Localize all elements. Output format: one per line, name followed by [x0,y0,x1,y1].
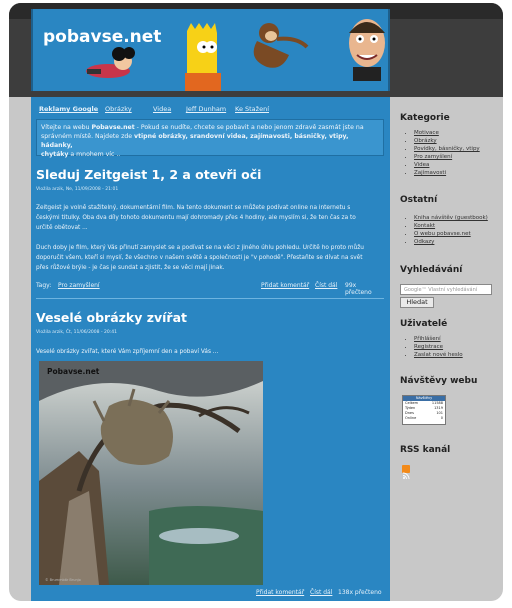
category-item[interactable]: Videa [414,161,480,169]
nav-jeff-link[interactable]: Jeff Dunham [186,105,226,113]
post-paragraph: Duch doby je film, který Vás přinutí zam… [36,243,381,273]
other-list: Kniha návštěv (guestbook) Kontakt O webu… [406,214,488,246]
search-heading: Vyhledávání [400,265,463,275]
categories-heading: Kategorie [400,113,450,123]
post-line: určitě obětovat ... [36,225,88,231]
welcome-text: Vítejte na webu [41,124,92,131]
post-paragraph: Veselé obrázky zvířat, které Vám zpříjem… [36,347,381,357]
post-line: Veselé obrázky zvířat, které Vám zpříjem… [36,349,219,355]
category-item[interactable]: Motivace [414,129,480,137]
welcome-text-4: a mnohem víc .. [68,151,121,158]
photo-watermark: Pobavse.net [47,367,100,376]
nav-images-link[interactable]: Obrázky [105,105,132,113]
site-header: pobavse.net [31,9,390,91]
post-line: českými titulky. Oba dva díly tohoto dok… [36,215,356,221]
post-meta: Vložila arzik, Ne, 11/09/2008 - 21:01 [36,187,119,192]
welcome-site: Pobavse.net [91,124,135,131]
counter-value: 0 [440,416,443,420]
rss-heading: RSS kanál [400,445,451,455]
main-content: Reklamy Google Obrázky Videa Jeff Dunham… [31,97,390,601]
other-item[interactable]: Kniha návštěv (guestbook) [414,214,488,222]
users-heading: Uživatelé [400,319,448,329]
register-link[interactable]: Registrace [414,343,463,351]
other-item[interactable]: O webu pobavse.net [414,230,488,238]
divider [36,298,384,299]
read-count: 99x přečteno [345,282,372,296]
visit-counter[interactable]: Návštěvy Celkem 11588 Týden 1319 Dnes 101 O… [402,395,446,425]
post-title[interactable]: Sleduj Zeitgeist 1, 2 a otevři oči [36,167,261,182]
add-comment-link[interactable]: Přidat komentář [256,589,304,596]
tag-link[interactable]: Pro zamyšlení [58,282,100,289]
read-more-link[interactable]: Číst dál [315,282,337,289]
post-paragraph: Zeitgeist je volně stažitelný, dokumentá… [36,203,381,233]
photo-credit: © Brummbär Brunjo [45,578,81,582]
sloth-photo [39,361,263,585]
welcome-box: Vítejte na webu Pobavse.net - Pokud se n… [36,119,384,158]
header-cartoons [86,19,385,91]
tags-label: Tagy: [36,282,52,289]
top-nav: Reklamy Google Obrázky Videa Jeff Dunham… [39,105,384,117]
category-item[interactable]: Pro zamyšlení [414,153,480,161]
counter-rows: Celkem 11588 Týden 1319 Dnes 101 Online 0 [403,401,445,421]
post-title[interactable]: Veselé obrázky zvířat [36,310,187,325]
visits-heading: Návštěvy webu [400,376,478,386]
welcome-text-2: - Pokud se nudíte, chcete se pobavit a n… [134,124,364,131]
post-line: Duch doby je film, který Vás přinutí zam… [36,245,364,251]
read-count: 138x přečteno [338,589,382,596]
post-image[interactable]: Pobavse.net © Brummbär Brunjo [39,361,263,585]
other-heading: Ostatní [400,195,438,205]
search-button[interactable]: Hledat [400,297,434,308]
reset-password-link[interactable]: Zaslat nové heslo [414,351,463,359]
post-line: doporučit všem, kteří si myslí, že všech… [36,255,363,261]
other-item[interactable]: Kontakt [414,222,488,230]
nav-downloads-link[interactable]: Ke Stažení [235,105,269,113]
page-frame: pobavse.net Reklamy Google Obrázky Videa… [9,3,503,601]
post-footer: Tagy: Pro zamyšlení Přidat komentář Číst… [36,282,384,296]
category-item[interactable]: Obrázky [414,137,480,145]
user-list: Přihlášení Registrace Zaslat nové heslo [406,335,463,359]
post-line: přes růžové brýle - je čas je sundat a z… [36,265,225,271]
post-meta: Vložila arzik, Čt, 11/06/2008 - 20:41 [36,330,117,335]
read-more-link[interactable]: Číst dál [310,589,332,596]
category-item[interactable]: Povídky, básničky, vtipy [414,145,480,153]
login-link[interactable]: Přihlášení [414,335,463,343]
welcome-text-3: správném místě. Najdete zde [41,133,135,140]
welcome-highlights-2: chytáky [41,151,69,158]
rss-icon[interactable] [402,465,410,480]
search-input[interactable]: Google™ Vlastní vyhledávání [400,284,492,295]
nav-videos-link[interactable]: Videa [153,105,171,113]
other-item[interactable]: Odkazy [414,238,488,246]
add-comment-link[interactable]: Přidat komentář [261,282,309,289]
categories-list: Motivace Obrázky Povídky, básničky, vtip… [406,129,480,177]
category-item[interactable]: Zajímavosti [414,169,480,177]
nav-ads-link[interactable]: Reklamy Google [39,105,98,113]
post-line: Zeitgeist je volně stažitelný, dokumentá… [36,205,351,211]
counter-label: Online [405,416,417,420]
post-footer: Přidat komentář Číst dál 138x přečteno [36,589,384,599]
sidebar: Kategorie Motivace Obrázky Povídky, básn… [400,97,500,601]
